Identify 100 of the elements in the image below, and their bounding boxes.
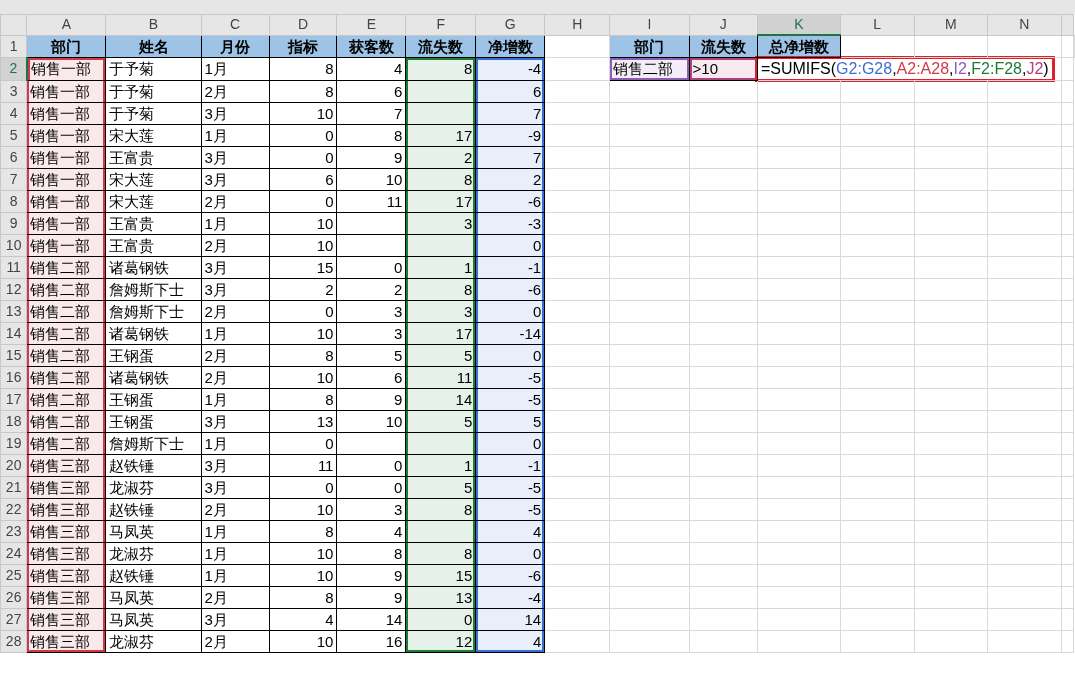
table-cell: -5 — [475, 476, 545, 498]
table-cell: 销售三部 — [26, 454, 106, 476]
table-cell: 0 — [475, 432, 545, 454]
table-cell: 8 — [269, 586, 337, 608]
row-header[interactable]: 11 — [0, 256, 27, 278]
table-cell: 王钢蛋 — [106, 344, 202, 366]
table-cell: 2 — [269, 278, 337, 300]
table-cell: 詹姆斯下士 — [106, 278, 202, 300]
table-cell: 14 — [336, 608, 406, 630]
table-cell: -14 — [475, 322, 545, 344]
row-header[interactable]: 17 — [0, 388, 27, 410]
row-header[interactable]: 10 — [0, 234, 27, 256]
column-header[interactable]: G — [475, 14, 545, 35]
table-cell: 销售三部 — [26, 608, 106, 630]
table-cell: 销售二部 — [26, 366, 106, 388]
row-header[interactable]: 26 — [0, 586, 27, 608]
column-header[interactable]: I — [609, 14, 690, 35]
table-cell: 8 — [405, 57, 476, 80]
table-cell: 5 — [405, 410, 476, 432]
row-header[interactable]: 5 — [0, 124, 27, 146]
table-cell: 销售二部 — [609, 57, 690, 80]
table-cell: 销售二部 — [26, 300, 106, 322]
column-header[interactable]: D — [269, 14, 337, 35]
row-header[interactable]: 6 — [0, 146, 27, 168]
row-header[interactable]: 3 — [0, 80, 27, 102]
row-header[interactable]: 13 — [0, 300, 27, 322]
row-header[interactable]: 15 — [0, 344, 27, 366]
table-cell: 8 — [269, 57, 337, 80]
row-header[interactable]: 22 — [0, 498, 27, 520]
table-cell: 3月 — [201, 476, 269, 498]
table-cell: 1 — [405, 256, 476, 278]
table-cell: 5 — [336, 344, 406, 366]
row-header[interactable]: 4 — [0, 102, 27, 124]
row-header[interactable]: 24 — [0, 542, 27, 564]
table-cell: 赵铁锤 — [106, 454, 202, 476]
column-header[interactable]: J — [689, 14, 758, 35]
column-header[interactable]: F — [405, 14, 476, 35]
table-cell: 2月 — [201, 586, 269, 608]
row-header[interactable]: 23 — [0, 520, 27, 542]
table-cell — [405, 234, 476, 256]
table-cell: 9 — [336, 146, 406, 168]
table-cell: 销售三部 — [26, 542, 106, 564]
table-cell: 17 — [405, 124, 476, 146]
table-cell: 0 — [269, 146, 337, 168]
row-header[interactable]: 12 — [0, 278, 27, 300]
column-header[interactable]: L — [840, 14, 915, 35]
column-header[interactable]: K — [757, 14, 841, 35]
table-cell: 8 — [269, 520, 337, 542]
table-cell: 17 — [405, 190, 476, 212]
row-header[interactable]: 2 — [0, 57, 27, 80]
row-header[interactable]: 14 — [0, 322, 27, 344]
table-cell: 0 — [269, 190, 337, 212]
row-header[interactable]: 27 — [0, 608, 27, 630]
column-header[interactable]: E — [336, 14, 406, 35]
table-cell: 销售二部 — [26, 278, 106, 300]
row-header[interactable]: 9 — [0, 212, 27, 234]
table-cell: 诸葛钢铁 — [106, 322, 202, 344]
row-header[interactable]: 8 — [0, 190, 27, 212]
formula-cell[interactable]: =SUMIFS(G2:G28,A2:A28,I2,F2:F28,J2) — [754, 55, 1055, 82]
table-cell: -4 — [475, 57, 545, 80]
table-cell: 2 — [405, 146, 476, 168]
row-header[interactable]: 25 — [0, 564, 27, 586]
table-cell: -9 — [475, 124, 545, 146]
row-header[interactable]: 28 — [0, 630, 27, 652]
table-cell: 14 — [475, 608, 545, 630]
column-header[interactable]: C — [201, 14, 269, 35]
column-header[interactable]: M — [914, 14, 988, 35]
table-cell: 1月 — [201, 520, 269, 542]
row-header[interactable]: 20 — [0, 454, 27, 476]
column-header[interactable]: A — [26, 14, 106, 35]
table-cell: 销售二部 — [26, 388, 106, 410]
table-cell: 8 — [269, 80, 337, 102]
table-cell: 销售一部 — [26, 168, 106, 190]
table-cell: 9 — [336, 564, 406, 586]
table-cell: 于予菊 — [106, 80, 202, 102]
table-cell: 8 — [336, 124, 406, 146]
table-cell: 8 — [405, 498, 476, 520]
table-cell: 9 — [336, 388, 406, 410]
table-cell: 销售二部 — [26, 410, 106, 432]
row-header[interactable]: 19 — [0, 432, 27, 454]
column-header[interactable]: H — [544, 14, 610, 35]
row-header[interactable]: 16 — [0, 366, 27, 388]
table-cell: 11 — [336, 190, 406, 212]
row-header[interactable]: 18 — [0, 410, 27, 432]
table-cell: 销售二部 — [26, 322, 106, 344]
table-cell: 5 — [475, 410, 545, 432]
row-header[interactable]: 21 — [0, 476, 27, 498]
table-cell: 10 — [269, 564, 337, 586]
row-header[interactable]: 1 — [0, 35, 27, 57]
column-header[interactable]: N — [987, 14, 1062, 35]
table-cell: 2 — [336, 278, 406, 300]
table-cell: 诸葛钢铁 — [106, 366, 202, 388]
row-header[interactable]: 7 — [0, 168, 27, 190]
table-cell: 销售二部 — [26, 344, 106, 366]
table-cell: 销售二部 — [26, 256, 106, 278]
column-header[interactable]: B — [106, 14, 202, 35]
table-cell: 龙淑芬 — [106, 542, 202, 564]
table-cell: 0 — [269, 476, 337, 498]
table-cell: 销售一部 — [26, 102, 106, 124]
table-cell: 销售一部 — [26, 146, 106, 168]
